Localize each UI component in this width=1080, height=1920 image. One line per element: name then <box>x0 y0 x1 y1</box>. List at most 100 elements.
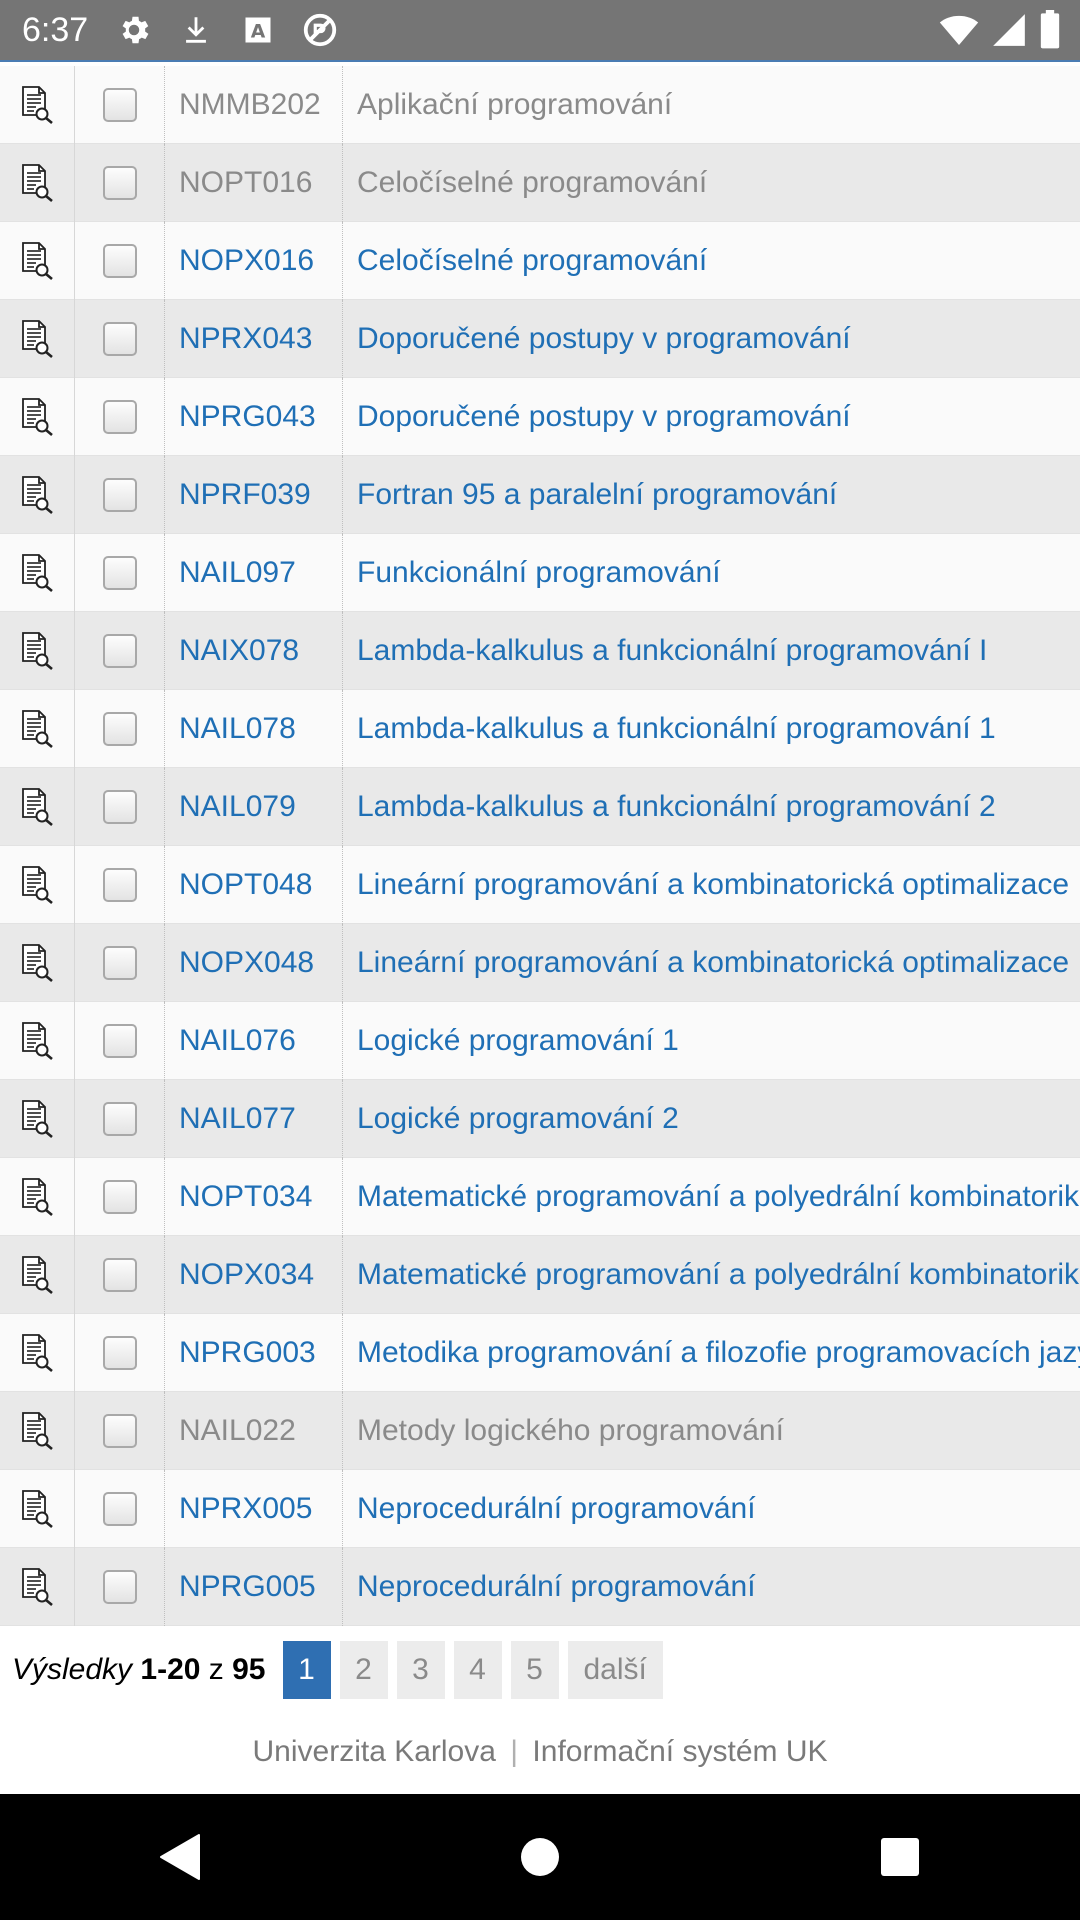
footer-university-link[interactable]: Univerzita Karlova <box>253 1735 496 1768</box>
course-code-link[interactable]: NAIL077 <box>165 1079 343 1158</box>
row-checkbox-cell <box>75 65 165 144</box>
document-detail-icon[interactable] <box>0 1391 75 1470</box>
row-checkbox[interactable] <box>102 1101 137 1136</box>
row-checkbox[interactable] <box>102 945 137 980</box>
footer-system-link[interactable]: Informační systém UK <box>532 1735 827 1768</box>
page-4-button[interactable]: 4 <box>453 1641 502 1699</box>
page-5-button[interactable]: 5 <box>510 1641 559 1699</box>
document-detail-icon[interactable] <box>0 1547 75 1626</box>
course-code-link[interactable]: NAIL097 <box>165 533 343 612</box>
page-2-button[interactable]: 2 <box>339 1641 388 1699</box>
course-code-link[interactable]: NPRX005 <box>165 1469 343 1548</box>
document-detail-icon[interactable] <box>0 923 75 1002</box>
table-row: NPRF039 Fortran 95 a paralelní programová… <box>0 455 1080 534</box>
row-checkbox[interactable] <box>102 1023 137 1058</box>
document-detail-icon[interactable] <box>0 1079 75 1158</box>
recents-icon[interactable] <box>850 1807 950 1907</box>
row-checkbox-cell <box>75 143 165 222</box>
course-name-link[interactable]: Neprocedurální programování <box>343 1470 1080 1548</box>
course-name-link[interactable]: Lineární programování a kombinatorická o… <box>343 846 1080 924</box>
course-code-link[interactable]: NOPX016 <box>165 221 343 300</box>
course-name-link[interactable]: Neprocedurální programování <box>343 1548 1080 1626</box>
row-checkbox[interactable] <box>102 555 137 590</box>
course-code-link[interactable]: NMMB202 <box>165 65 343 144</box>
row-checkbox[interactable] <box>102 1335 137 1370</box>
course-name-link[interactable]: Aplikační programování <box>343 66 1080 144</box>
row-checkbox-cell <box>75 1001 165 1080</box>
document-detail-icon[interactable] <box>0 377 75 456</box>
document-detail-icon[interactable] <box>0 455 75 534</box>
table-row: NPRX005 Neprocedurální programování <box>0 1469 1080 1548</box>
course-code-link[interactable]: NOPX048 <box>165 923 343 1002</box>
document-detail-icon[interactable] <box>0 1469 75 1548</box>
course-code-link[interactable]: NAIL078 <box>165 689 343 768</box>
row-checkbox[interactable] <box>102 165 137 200</box>
page-3-button[interactable]: 3 <box>396 1641 445 1699</box>
document-detail-icon[interactable] <box>0 299 75 378</box>
course-name-link[interactable]: Doporučené postupy v programování <box>343 300 1080 378</box>
document-detail-icon[interactable] <box>0 767 75 846</box>
course-name-link[interactable]: Matematické programování a polyedrální k… <box>343 1158 1080 1236</box>
course-code-link[interactable]: NAIX078 <box>165 611 343 690</box>
course-code-link[interactable]: NOPT016 <box>165 143 343 222</box>
course-name-link[interactable]: Fortran 95 a paralelní programování <box>343 456 1080 534</box>
row-checkbox[interactable] <box>102 321 137 356</box>
course-name-link[interactable]: Funkcionální programování <box>343 534 1080 612</box>
course-name-link[interactable]: Doporučené postupy v programování <box>343 378 1080 456</box>
document-detail-icon[interactable] <box>0 611 75 690</box>
row-checkbox[interactable] <box>102 477 137 512</box>
course-name-link[interactable]: Celočíselné programování <box>343 222 1080 300</box>
document-detail-icon[interactable] <box>0 1157 75 1236</box>
course-name-link[interactable]: Matematické programování a polyedrální k… <box>343 1236 1080 1314</box>
row-checkbox[interactable] <box>102 1491 137 1526</box>
page-1-button[interactable]: 1 <box>282 1641 331 1699</box>
course-code-link[interactable]: NAIL076 <box>165 1001 343 1080</box>
document-detail-icon[interactable] <box>0 143 75 222</box>
results-word: Výsledky <box>12 1653 133 1686</box>
course-code-link[interactable]: NOPT034 <box>165 1157 343 1236</box>
document-detail-icon[interactable] <box>0 65 75 144</box>
document-detail-icon[interactable] <box>0 1001 75 1080</box>
course-name-link[interactable]: Lambda-kalkulus a funkcionální programov… <box>343 690 1080 768</box>
course-name-link[interactable]: Lambda-kalkulus a funkcionální programov… <box>343 612 1080 690</box>
course-name-link[interactable]: Metody logického programování <box>343 1392 1080 1470</box>
course-name-link[interactable]: Metodika programování a filozofie progra… <box>343 1314 1080 1392</box>
row-checkbox[interactable] <box>102 1413 137 1448</box>
course-code-link[interactable]: NPRG003 <box>165 1313 343 1392</box>
row-checkbox[interactable] <box>102 867 137 902</box>
course-code-link[interactable]: NPRX043 <box>165 299 343 378</box>
course-code-link[interactable]: NAIL079 <box>165 767 343 846</box>
table-row: NPRG003 Metodika programování a filozofie… <box>0 1313 1080 1392</box>
row-checkbox-cell <box>75 1469 165 1548</box>
course-code-link[interactable]: NPRG005 <box>165 1547 343 1626</box>
row-checkbox[interactable] <box>102 1569 137 1604</box>
course-name-link[interactable]: Celočíselné programování <box>343 144 1080 222</box>
course-code-link[interactable]: NOPX034 <box>165 1235 343 1314</box>
row-checkbox[interactable] <box>102 1179 137 1214</box>
row-checkbox[interactable] <box>102 243 137 278</box>
course-code-link[interactable]: NPRG043 <box>165 377 343 456</box>
course-name-link[interactable]: Lineární programování a kombinatorická o… <box>343 924 1080 1002</box>
document-detail-icon[interactable] <box>0 689 75 768</box>
row-checkbox[interactable] <box>102 87 137 122</box>
document-detail-icon[interactable] <box>0 1235 75 1314</box>
course-code-link[interactable]: NPRF039 <box>165 455 343 534</box>
course-name-link[interactable]: Logické programování 2 <box>343 1080 1080 1158</box>
back-icon[interactable] <box>130 1807 230 1907</box>
document-detail-icon[interactable] <box>0 221 75 300</box>
home-icon[interactable] <box>490 1807 590 1907</box>
document-detail-icon[interactable] <box>0 533 75 612</box>
document-detail-icon[interactable] <box>0 1313 75 1392</box>
course-code-link[interactable]: NOPT048 <box>165 845 343 924</box>
next-page-button[interactable]: další <box>567 1641 663 1699</box>
course-name-link[interactable]: Lambda-kalkulus a funkcionální programov… <box>343 768 1080 846</box>
course-name-link[interactable]: Logické programování 1 <box>343 1002 1080 1080</box>
course-code-link[interactable]: NAIL022 <box>165 1391 343 1470</box>
row-checkbox[interactable] <box>102 1257 137 1292</box>
row-checkbox[interactable] <box>102 399 137 434</box>
document-detail-icon[interactable] <box>0 845 75 924</box>
table-row: NOPX016 Celočíselné programování <box>0 221 1080 300</box>
row-checkbox[interactable] <box>102 711 137 746</box>
row-checkbox[interactable] <box>102 789 137 824</box>
row-checkbox[interactable] <box>102 633 137 668</box>
